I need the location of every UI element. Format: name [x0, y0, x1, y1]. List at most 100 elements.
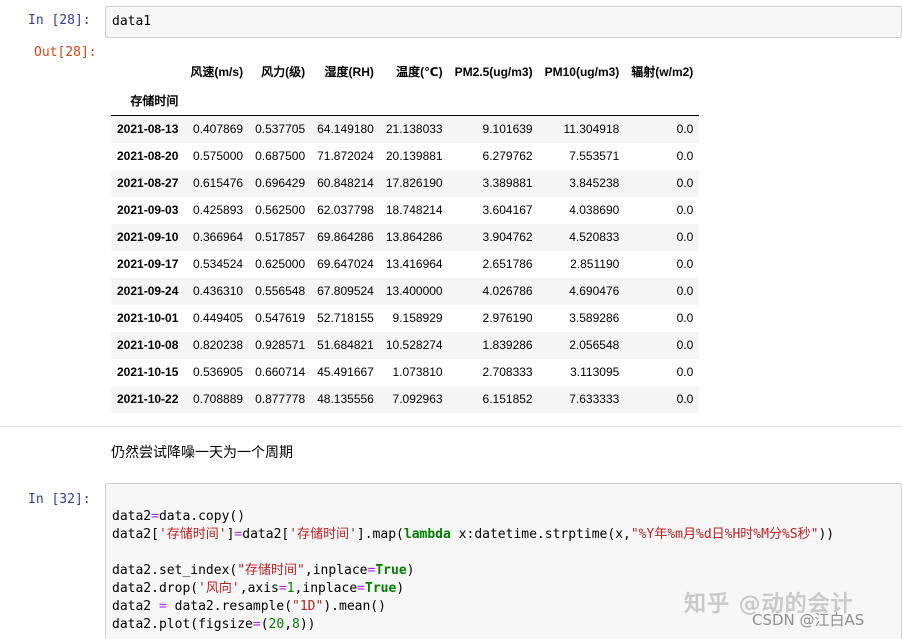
- input-prompt-32: In [32]:: [28, 492, 91, 507]
- row-index: 2021-09-17: [117, 257, 179, 271]
- table-cell: 9.101639: [482, 122, 533, 137]
- table-cell: 64.149180: [317, 122, 374, 137]
- table-cell: 0.534524: [193, 257, 244, 271]
- code-token: True: [375, 563, 407, 578]
- row-index: 2021-09-03: [117, 203, 179, 217]
- table-cell: 18.748214: [385, 203, 443, 217]
- row-index: 2021-09-24: [117, 284, 179, 298]
- table-cell: 2.851190: [570, 257, 620, 271]
- table-cell: 69.647024: [317, 257, 374, 271]
- column-header: 温度(℃): [396, 65, 443, 79]
- code-token: data2: [112, 509, 152, 524]
- table-cell: 2.056548: [569, 338, 620, 352]
- table-row: 2021-10-01 0.449405 0.547619 52.718155 9.158…: [111, 305, 699, 332]
- code-line: data2.plot(figsize=(20,8)): [112, 616, 834, 634]
- table-cell: 0.547619: [255, 311, 306, 325]
- code-token: ): [406, 563, 415, 578]
- table-cell: 0.0: [676, 257, 694, 271]
- row-index: 2021-10-15: [117, 365, 179, 379]
- table-cell: 20.139881: [385, 149, 443, 163]
- code-cell-28[interactable]: [105, 6, 902, 38]
- code-token: )): [299, 617, 316, 632]
- column-header: PM2.5(ug/m3): [454, 64, 533, 79]
- column-header: 风力(级): [261, 65, 306, 79]
- table-cell: 0.407869: [193, 122, 244, 137]
- table-cell: 13.416964: [385, 257, 443, 271]
- table-cell: 0.928571: [255, 338, 306, 352]
- table-row: 2021-09-10 0.366964 0.517857 69.864286 13.86…: [111, 223, 700, 251]
- code-token: "%Y年%m月%d日%H时%M分%S秒": [630, 527, 819, 542]
- table-row: 2021-10-15 0.536905 0.660714 45.491667 1.073…: [111, 359, 699, 386]
- code-token: ,axis: [239, 581, 279, 596]
- code-token: ): [396, 581, 405, 596]
- table-cell: 0.556548: [255, 284, 306, 298]
- code-token: data2.set_index(: [112, 563, 238, 578]
- code-token: data2.resample(: [166, 599, 293, 614]
- table-cell: 3.604167: [482, 203, 533, 217]
- blank-header-cell: [111, 58, 184, 85]
- code-token: ).mean(): [323, 599, 386, 614]
- cell-divider: [0, 426, 902, 427]
- table-cell: 48.135556: [317, 392, 374, 406]
- code-token: (: [260, 617, 269, 632]
- table-cell: 0.877778: [255, 392, 306, 406]
- index-name: 存储时间: [130, 93, 179, 108]
- table-cell: 0.536905: [193, 365, 244, 379]
- code-token: lambda: [403, 527, 451, 542]
- code-token: '风向': [198, 581, 240, 596]
- code-token: =: [158, 599, 167, 614]
- code-token: ].map(: [356, 527, 404, 542]
- table-cell: 7.553571: [569, 149, 620, 163]
- table-cell: 0.615476: [193, 176, 244, 190]
- table-cell: 0.0: [676, 392, 694, 406]
- code-token: ,inplace: [294, 581, 358, 596]
- column-header: 风速(m/s): [190, 65, 244, 79]
- table-cell: 0.0: [676, 149, 694, 163]
- table-row: 2021-08-13 0.407869 0.537705 64.149180 21.13…: [111, 115, 700, 143]
- column-header: 辐射(w/m2): [631, 65, 694, 79]
- row-index: 2021-09-10: [117, 230, 179, 244]
- output-prompt-28: Out[28]:: [34, 45, 97, 60]
- table-cell: 2.708333: [482, 365, 533, 379]
- table-cell: 0.0: [676, 284, 694, 298]
- code-token: data2[: [112, 527, 159, 542]
- table-cell: 2.976190: [482, 311, 533, 325]
- code-token: 8: [292, 617, 300, 632]
- table-cell: 0.687500: [255, 149, 306, 163]
- table-cell: 0.0: [676, 122, 694, 137]
- table-cell: 0.0: [676, 311, 694, 325]
- row-index: 2021-10-01: [117, 311, 179, 325]
- table-row: 2021-08-20 0.575000 0.687500 71.872024 20.13…: [111, 143, 699, 170]
- table-cell: 0.625000: [255, 257, 306, 271]
- table-cell: 0.562500: [255, 203, 306, 217]
- code-token: =: [278, 581, 287, 596]
- code-line: data2['存储时间']=data2['存储时间'].map(lambda x…: [112, 526, 834, 544]
- column-header: PM10(ug/m3): [544, 64, 620, 79]
- code-token: '存储时间': [158, 527, 227, 542]
- table-cell: 17.826190: [385, 176, 443, 190]
- table-row: 2021-09-17 0.534524 0.625000 69.647024 13.41…: [111, 251, 699, 278]
- table-cell: 4.690476: [569, 284, 620, 298]
- row-index: 2021-08-13: [117, 122, 179, 137]
- code-token: '存储时间': [289, 527, 357, 542]
- table-row: 2021-08-27 0.615476 0.696429 60.848214 17.82…: [111, 169, 700, 197]
- row-index: 2021-10-22: [117, 392, 179, 406]
- table-cell: 4.026786: [482, 284, 533, 298]
- table-cell: 13.864286: [385, 230, 443, 244]
- table-row: 2021-10-08 0.820238 0.928571 51.684821 10.52…: [111, 331, 700, 359]
- table-cell: 4.038690: [569, 203, 620, 217]
- code-token: "1D": [292, 599, 324, 614]
- table-cell: 7.092963: [392, 392, 443, 406]
- table-cell: 71.872024: [317, 149, 374, 163]
- table-cell: 6.151852: [482, 392, 533, 406]
- table-cell: 45.491667: [317, 365, 374, 379]
- table-cell: 0.575000: [193, 149, 244, 163]
- table-cell: 60.848214: [317, 176, 374, 190]
- table-cell: 0.449405: [193, 311, 244, 325]
- table-row: 2021-09-24 0.436310 0.556548 67.809524 13.40…: [111, 277, 700, 305]
- table-cell: 0.436310: [193, 284, 244, 298]
- table-cell: 2.651786: [482, 257, 533, 271]
- row-index: 2021-08-27: [117, 176, 179, 190]
- table-cell: 51.684821: [317, 338, 374, 352]
- table-cell: 3.589286: [569, 311, 620, 325]
